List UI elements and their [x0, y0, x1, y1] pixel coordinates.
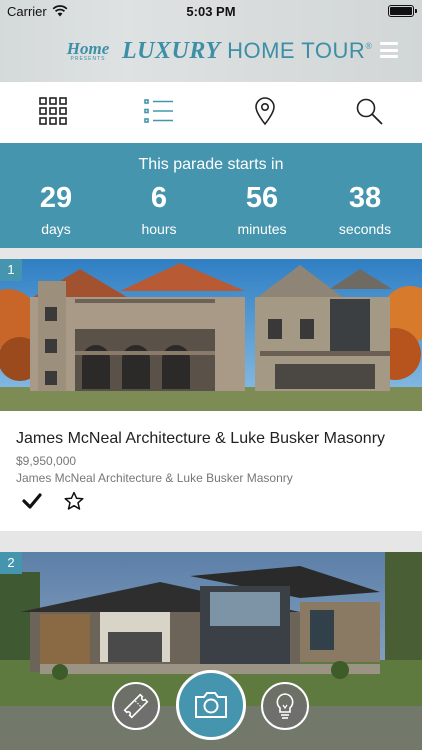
map-pin-icon[interactable] [250, 96, 280, 126]
camera-icon [195, 692, 227, 718]
battery-icon [388, 5, 417, 17]
grid-icon[interactable] [38, 96, 68, 126]
listing-price: $9,950,000 [16, 454, 77, 468]
lightbulb-icon [276, 693, 294, 719]
ticket-button[interactable] [112, 682, 160, 730]
view-toolbar [0, 82, 422, 143]
magazine-logo: Home PRESENTS [62, 40, 114, 62]
listing-index: 1 [0, 259, 22, 281]
checkmark-icon[interactable] [22, 491, 42, 511]
status-bar: Carrier 5:03 PM [0, 0, 422, 22]
hamburger-menu-icon[interactable] [380, 42, 398, 58]
listing-title[interactable]: James McNeal Architecture & Luke Busker … [16, 430, 385, 448]
countdown-days-label: days [41, 221, 71, 237]
registered-mark: ® [365, 40, 373, 51]
lightbulb-button[interactable] [261, 682, 309, 730]
countdown-banner: This parade starts in 29 days 6 hours 56… [0, 143, 422, 248]
list-icon[interactable] [144, 96, 174, 126]
listing-actions [22, 491, 102, 511]
countdown-seconds: 38 seconds [325, 181, 405, 237]
app-title: LUXURY HOME TOUR® [122, 38, 373, 65]
search-icon[interactable] [354, 96, 384, 126]
countdown-minutes-value: 56 [245, 182, 279, 214]
listing-index: 2 [0, 552, 22, 574]
countdown-minutes: 56 minutes [222, 181, 302, 237]
countdown-hours: 6 hours [119, 181, 199, 237]
ticket-icon [123, 693, 149, 719]
title-bold: LUXURY [122, 37, 221, 64]
app-screen: Carrier 5:03 PM Home PRESENTS LUXURY HOM… [0, 0, 422, 750]
listing-builder: James McNeal Architecture & Luke Busker … [16, 471, 293, 485]
listing-photo[interactable]: 1 [0, 259, 422, 411]
stone-mansion-photo [0, 259, 422, 411]
countdown-seconds-value: 38 [348, 182, 382, 214]
countdown-seconds-label: seconds [338, 221, 392, 237]
star-icon[interactable] [64, 491, 84, 511]
title-rest: HOME TOUR [227, 37, 366, 63]
camera-button[interactable] [176, 670, 246, 740]
countdown-hours-value: 6 [150, 182, 168, 214]
logo-home: Home [66, 39, 110, 58]
countdown-days-value: 29 [39, 182, 73, 214]
countdown-heading: This parade starts in [138, 156, 284, 173]
clock: 5:03 PM [186, 4, 236, 19]
countdown-hours-label: hours [141, 221, 177, 237]
app-logo: Home PRESENTS LUXURY HOME TOUR® [62, 34, 373, 68]
countdown-minutes-label: minutes [237, 221, 287, 237]
listing-card[interactable]: 1 James McNeal Architecture & Luke Buske… [0, 259, 422, 531]
countdown-days: 29 days [16, 181, 96, 237]
